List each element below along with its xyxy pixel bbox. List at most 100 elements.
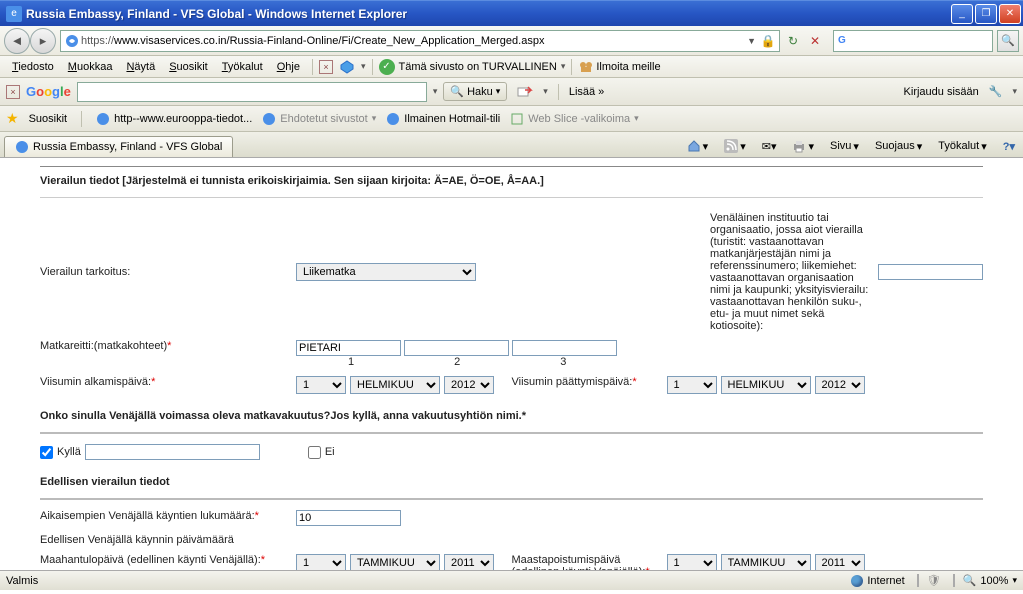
tab-bar: Russia Embassy, Finland - VFS Global ▾ ▾… — [0, 132, 1023, 158]
mail-button[interactable]: ✉▾ — [758, 138, 781, 155]
gwrench-dropdown[interactable]: ▾ — [1012, 86, 1017, 97]
browser-tab[interactable]: Russia Embassy, Finland - VFS Global — [4, 136, 233, 157]
route-num-2: 2 — [454, 356, 460, 368]
menu-bar: Tiedosto Muokkaa Näytä Suosikit Työkalut… — [0, 56, 1023, 78]
window-title: Russia Embassy, Finland - VFS Global - W… — [26, 7, 951, 21]
route-input-3[interactable] — [512, 340, 617, 356]
insurance-yes-label: Kyllä — [57, 446, 81, 458]
tab-label: Russia Embassy, Finland - VFS Global — [33, 141, 222, 153]
menu-favorites[interactable]: Suosikit — [163, 59, 214, 75]
gshare-dropdown[interactable]: ▾ — [543, 86, 548, 97]
visa-start-month[interactable]: HELMIKUU — [350, 376, 440, 394]
institution-input[interactable] — [878, 264, 983, 280]
previous-visit-section: Edellisen vierailun tiedot — [40, 470, 983, 492]
zoom-dropdown[interactable]: ▾ — [1012, 575, 1017, 586]
prev-date-label: Edellisen Venäjällä käynnin päivämäärä — [40, 534, 296, 546]
visa-end-day[interactable]: 1 — [667, 376, 717, 394]
google-haku-button[interactable]: 🔍 Haku ▾ — [443, 82, 507, 101]
ie-favicon-3 — [386, 112, 400, 126]
zoom-level: 100% — [980, 575, 1008, 587]
feeds-button[interactable]: ▾ — [720, 137, 750, 155]
internet-zone-icon — [851, 575, 863, 587]
print-button[interactable]: ▾ — [788, 137, 818, 155]
maximize-button[interactable]: ❐ — [975, 4, 997, 24]
route-num-3: 3 — [560, 356, 566, 368]
google-login-link[interactable]: Kirjaudu sisään — [904, 86, 979, 98]
webslice-icon — [510, 112, 524, 126]
entry-date-label: Maahantulopäivä (edellinen käynti Venäjä… — [40, 554, 261, 566]
ie-favicon-2 — [262, 112, 276, 126]
visa-start-day[interactable]: 1 — [296, 376, 346, 394]
search-go-button[interactable]: 🔍 — [997, 30, 1019, 52]
safety-dropdown[interactable]: ▾ — [561, 61, 566, 72]
route-input-1[interactable] — [296, 340, 401, 356]
favorites-star-icon[interactable]: ★ — [6, 110, 19, 127]
google-more-link[interactable]: Lisää » — [569, 86, 604, 98]
toolbar-close-button[interactable]: × — [319, 60, 333, 74]
tools-menu[interactable]: Työkalut ▾ — [934, 138, 991, 155]
stop-button[interactable]: ✕ — [806, 32, 824, 50]
section-title: Vierailun tiedot [Järjestelmä ei tunnist… — [40, 171, 983, 198]
ie-page-icon — [65, 34, 79, 48]
google-toolbar-close[interactable]: × — [6, 85, 20, 99]
fav-hotmail[interactable]: Ilmainen Hotmail-tili — [386, 112, 500, 126]
insurance-company-input[interactable] — [85, 444, 260, 460]
fav-suggested-sites[interactable]: Ehdotetut sivustot ▾ — [262, 112, 376, 126]
fav-webslice[interactable]: Web Slice -valikoima ▾ — [510, 112, 638, 126]
page-menu[interactable]: Sivu ▾ — [826, 138, 863, 155]
menu-file[interactable]: Tiedosto — [6, 59, 60, 75]
visa-end-month[interactable]: HELMIKUU — [721, 376, 811, 394]
institution-text: Venäläinen instituutio tai organisaatio,… — [710, 212, 870, 332]
forward-button[interactable]: ▸ — [30, 28, 56, 54]
visa-start-year[interactable]: 2012 — [444, 376, 494, 394]
google-toolbar: × Google ▾ 🔍 Haku ▾ ▾ Lisää » Kirjaudu s… — [0, 78, 1023, 106]
insurance-yes-checkbox[interactable] — [40, 446, 53, 459]
menu-view[interactable]: Näytä — [120, 59, 161, 75]
google-toolbar-search[interactable] — [77, 82, 427, 102]
notify-icon — [578, 60, 594, 74]
zone-text: Internet — [867, 575, 904, 587]
favorites-label[interactable]: Suosikit — [29, 113, 68, 125]
status-text: Valmis — [6, 575, 38, 587]
address-input[interactable] — [114, 32, 744, 50]
prev-count-label: Aikaisempien Venäjällä käyntien lukumäär… — [40, 510, 255, 522]
ie-favicon — [96, 112, 110, 126]
help-button[interactable]: ?▾ — [999, 138, 1019, 155]
favorites-bar: ★ Suosikit http--www.eurooppa-tiedot... … — [0, 106, 1023, 132]
safety-menu[interactable]: Suojaus ▾ — [871, 138, 926, 155]
fav-link-eurooppa[interactable]: http--www.eurooppa-tiedot... — [96, 112, 252, 126]
back-button[interactable]: ◄ — [4, 28, 30, 54]
google-share-icon[interactable] — [513, 85, 537, 99]
home-button[interactable]: ▾ — [683, 137, 713, 155]
google-favicon: G — [838, 35, 846, 46]
notify-link[interactable]: Ilmoita meille — [596, 61, 660, 73]
navigation-bar: ◄ ▸ https:// ▼ 🔒 ↻ ✕ G 🔍 — [0, 26, 1023, 56]
zoom-icon[interactable]: 🔍 — [963, 574, 977, 587]
menu-edit[interactable]: Muokkaa — [62, 59, 119, 75]
visa-end-year[interactable]: 2012 — [815, 376, 865, 394]
route-num-1: 1 — [348, 356, 354, 368]
insurance-no-checkbox[interactable] — [308, 446, 321, 459]
google-logo: Google — [26, 84, 71, 99]
google-search-dropdown[interactable]: ▾ — [433, 86, 438, 97]
dropdown-icon[interactable]: ▼ — [744, 36, 759, 46]
window-titlebar: e Russia Embassy, Finland - VFS Global -… — [0, 0, 1023, 26]
browser-search[interactable]: G — [833, 30, 993, 52]
menu-help[interactable]: Ohje — [271, 59, 306, 75]
insurance-no-label: Ei — [325, 446, 335, 458]
purpose-select[interactable]: Liikematka — [296, 263, 476, 281]
prev-count-input[interactable] — [296, 510, 401, 526]
menu-tools[interactable]: Työkalut — [216, 59, 269, 75]
refresh-button[interactable]: ↻ — [784, 32, 802, 50]
lock-icon: 🔒 — [759, 32, 777, 50]
avg-icon — [339, 59, 355, 75]
avg-dropdown[interactable]: ▾ — [361, 61, 366, 72]
ie-icon: e — [6, 6, 22, 22]
address-bar[interactable]: https:// ▼ 🔒 — [60, 30, 780, 52]
close-button[interactable]: ✕ — [999, 4, 1021, 24]
minimize-button[interactable]: _ — [951, 4, 973, 24]
status-bar: Valmis Internet 🛡 🔍 100% ▾ — [0, 570, 1023, 590]
route-input-2[interactable] — [404, 340, 509, 356]
wrench-icon[interactable]: 🔧 — [985, 85, 1007, 98]
browser-search-input[interactable] — [848, 35, 990, 47]
